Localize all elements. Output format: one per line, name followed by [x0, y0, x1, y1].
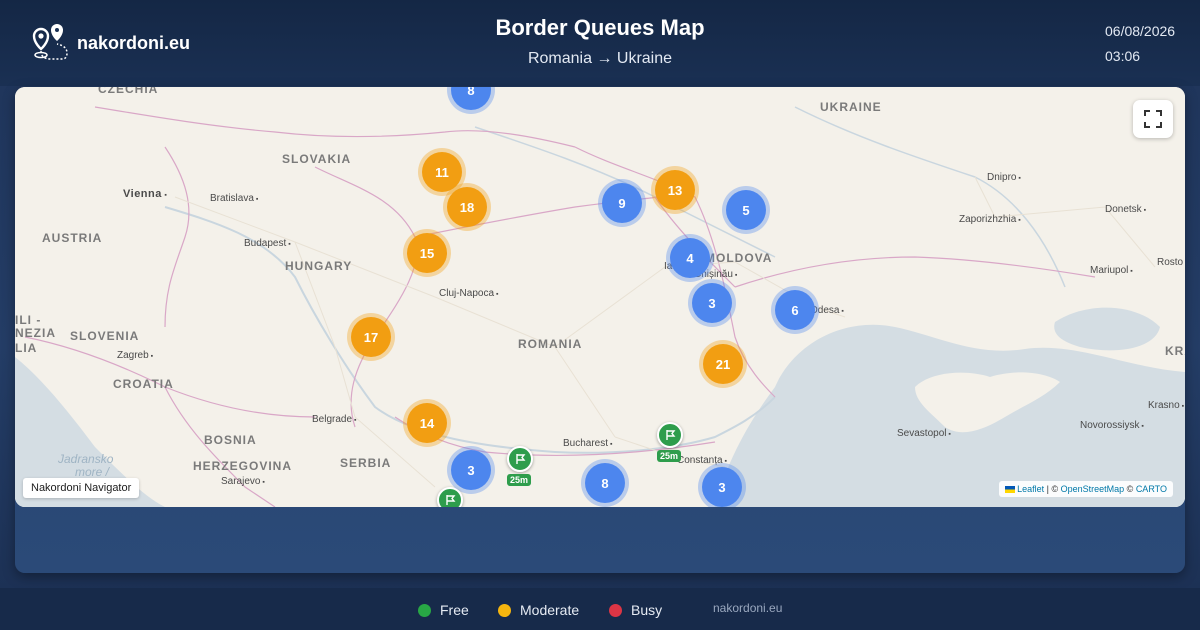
sea-label: more /	[75, 465, 110, 479]
footer-legend: Free Moderate Busy nakordoni.eu	[0, 588, 1200, 630]
marker-cluster[interactable]: 17	[351, 317, 391, 357]
legend-label: Free	[440, 602, 469, 618]
country-label: SLOVAKIA	[282, 152, 352, 166]
city-label: Cluj-Napoca	[439, 288, 498, 299]
marker-cluster[interactable]: 3	[702, 467, 742, 507]
country-label: KRA	[1165, 344, 1185, 358]
city-label: Bratislava	[210, 193, 258, 204]
city-label: Novorossiysk	[1080, 420, 1144, 431]
wait-time-badge: 25m	[507, 474, 532, 486]
country-label: CZECHIA	[98, 87, 159, 96]
marker-cluster[interactable]: 3	[451, 450, 491, 490]
city-label: Donetsk	[1105, 204, 1146, 215]
navigator-label: Nakordoni Navigator	[23, 478, 140, 498]
legend-item-busy: Busy	[609, 602, 662, 618]
osm-link[interactable]: OpenStreetMap	[1061, 484, 1125, 494]
attribution-separator: ©	[1124, 484, 1136, 494]
marker-cluster[interactable]: 8	[585, 463, 625, 503]
country-label: BOSNIA	[204, 433, 257, 447]
footer-site-link[interactable]: nakordoni.eu	[713, 601, 782, 615]
country-label: ILI -	[15, 313, 42, 327]
flag-icon	[446, 495, 456, 505]
city-label: Sevastopol	[897, 428, 951, 439]
current-time: 03:06	[1105, 48, 1141, 64]
legend-item-moderate: Moderate	[498, 602, 579, 618]
fullscreen-icon	[1144, 110, 1162, 128]
page-title: Border Queues Map	[495, 15, 705, 40]
country-label: HUNGARY	[285, 259, 353, 273]
country-label: ROMANIA	[518, 337, 583, 351]
route-subtitle: Romania → Ukraine	[0, 50, 1200, 68]
legend-item-free: Free	[418, 602, 469, 618]
city-label: Zagreb	[117, 350, 153, 361]
city-label: Krasno	[1148, 400, 1184, 411]
fullscreen-button[interactable]	[1133, 100, 1173, 138]
flag-icon	[516, 454, 526, 464]
border-crossing-pin[interactable]	[507, 446, 533, 472]
status-dot-moderate	[498, 603, 511, 617]
ukraine-flag-icon	[1004, 486, 1015, 494]
country-label: LIA	[15, 341, 38, 355]
marker-cluster[interactable]: 5	[726, 190, 766, 230]
attribution-separator: | ©	[1044, 484, 1061, 494]
wait-time-badge: 25m	[657, 450, 682, 462]
country-label: SLOVENIA	[70, 329, 140, 343]
marker-cluster[interactable]: 21	[703, 344, 743, 384]
city-label: Belgrade	[312, 414, 356, 425]
city-label: Bucharest	[563, 438, 612, 449]
route-to: Ukraine	[616, 50, 673, 67]
marker-cluster[interactable]: 4	[670, 238, 710, 278]
flag-icon	[666, 430, 676, 440]
map-attribution: Leaflet | © OpenStreetMap © CARTO	[998, 481, 1173, 497]
city-label: Budapest	[244, 238, 291, 249]
marker-cluster[interactable]: 9	[602, 183, 642, 223]
city-label: Zaporizhzhia	[959, 214, 1021, 225]
city-label: Odesa	[810, 305, 844, 316]
map[interactable]: CZECHIA SLOVAKIA AUSTRIA HUNGARY UKRAINE…	[15, 87, 1185, 507]
city-label: Vienna	[123, 188, 167, 200]
country-label: HERZEGOVINA	[193, 459, 293, 473]
leaflet-link[interactable]: Leaflet	[1017, 484, 1044, 494]
marker-cluster[interactable]: 11	[422, 152, 462, 192]
marker-cluster[interactable]: 3	[692, 283, 732, 323]
country-label: NEZIA	[15, 326, 56, 340]
city-label: Rosto	[1157, 257, 1185, 268]
city-label: Constanța	[677, 455, 727, 466]
status-dot-free	[418, 603, 431, 617]
marker-cluster[interactable]: 15	[407, 233, 447, 273]
country-label: MOLDOVA	[705, 251, 773, 265]
marker-cluster[interactable]: 6	[775, 290, 815, 330]
current-date: 06/08/2026	[1105, 23, 1176, 39]
border-crossing-pin[interactable]	[437, 487, 463, 507]
carto-link[interactable]: CARTO	[1136, 484, 1167, 494]
border-crossing-pin[interactable]	[657, 422, 683, 448]
country-label: UKRAINE	[820, 100, 882, 114]
status-dot-busy	[609, 603, 622, 617]
city-label: Mariupol	[1090, 265, 1133, 276]
city-label: Sarajevo	[221, 476, 265, 487]
country-label: SERBIA	[340, 456, 392, 470]
legend-label: Busy	[631, 602, 663, 618]
sea-label: Jadransko	[58, 452, 114, 466]
country-label: CROATIA	[113, 377, 174, 391]
city-label: Dnipro	[987, 172, 1021, 183]
marker-cluster[interactable]: 18	[447, 187, 487, 227]
route-from: Romania	[527, 50, 592, 67]
marker-cluster[interactable]: 14	[407, 403, 447, 443]
header: nakordoni.eu Border Queues Map Romania →…	[0, 0, 1200, 86]
marker-cluster[interactable]: 13	[655, 170, 695, 210]
route-arrow: →	[596, 50, 613, 67]
legend-label: Moderate	[520, 602, 580, 618]
country-label: AUSTRIA	[42, 231, 103, 245]
